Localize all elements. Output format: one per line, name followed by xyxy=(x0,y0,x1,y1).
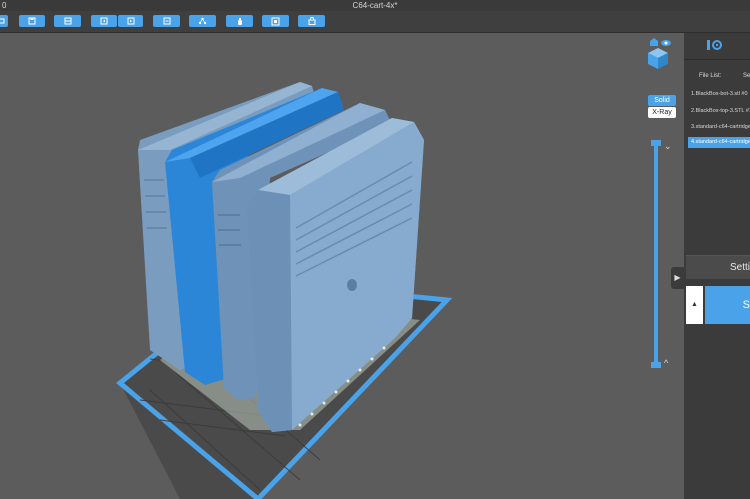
toolbar xyxy=(0,11,750,33)
xray-mode-button[interactable]: X-Ray xyxy=(648,107,676,118)
import-icon xyxy=(64,17,71,25)
lock-button[interactable] xyxy=(298,15,325,27)
file-list-label: File List: xyxy=(699,73,722,79)
layout-button[interactable] xyxy=(153,15,180,27)
collapse-sidebar-tab[interactable]: ▶ xyxy=(671,267,684,289)
settings-button[interactable]: Setti xyxy=(686,255,750,279)
support-button[interactable] xyxy=(189,15,216,27)
redo-button[interactable] xyxy=(118,15,143,27)
slider-bottom-handle[interactable] xyxy=(651,362,661,368)
view-cube-icon xyxy=(648,38,671,69)
undo-icon xyxy=(100,17,108,25)
bottle-icon xyxy=(237,17,242,25)
layout-icon xyxy=(163,17,170,25)
hollow-button[interactable] xyxy=(226,15,253,27)
select-label: Se xyxy=(743,73,750,79)
solid-mode-button[interactable]: Solid xyxy=(648,95,676,106)
window-title: C64-cart-4x* xyxy=(352,1,398,10)
slider-down-chevron-icon[interactable]: ^ xyxy=(664,359,668,368)
scene-canvas[interactable] xyxy=(0,33,684,499)
undo-button[interactable] xyxy=(91,15,117,27)
import-button[interactable] xyxy=(54,15,81,27)
hollow-icon xyxy=(271,17,280,25)
open-icon xyxy=(0,18,5,24)
layer-slider[interactable] xyxy=(654,146,658,364)
settings-label: Setti xyxy=(729,262,750,273)
lock-icon xyxy=(308,17,315,25)
settings-gear-icon[interactable] xyxy=(706,38,724,52)
redo-icon xyxy=(127,17,134,25)
slice-label: S xyxy=(742,299,750,311)
expand-up-button[interactable]: ▲ xyxy=(686,286,703,324)
sidebar-header xyxy=(684,33,750,59)
open-button[interactable] xyxy=(0,15,8,27)
slice-button[interactable]: S xyxy=(705,286,750,324)
title-bar: 0 C64-cart-4x* xyxy=(0,0,750,11)
file-item-1[interactable]: 1.BlackBox-bot-3.stl #0 xyxy=(688,89,750,100)
save-icon xyxy=(28,17,36,25)
file-item-3[interactable]: 3.standard-c64-cartridge xyxy=(688,122,750,133)
save-button[interactable] xyxy=(19,15,45,27)
file-item-4[interactable]: 4.standard-c64-cartridge xyxy=(688,137,750,148)
tree-icon xyxy=(198,17,207,25)
file-item-2[interactable]: 2.BlackBox-top-3.STL #1 xyxy=(688,106,750,117)
drill-button[interactable] xyxy=(262,15,289,27)
slider-up-chevron-icon[interactable]: ⌄ xyxy=(664,142,672,151)
sidebar-divider xyxy=(684,59,750,60)
3d-viewport[interactable] xyxy=(0,33,684,499)
view-cube-button[interactable] xyxy=(644,38,672,75)
